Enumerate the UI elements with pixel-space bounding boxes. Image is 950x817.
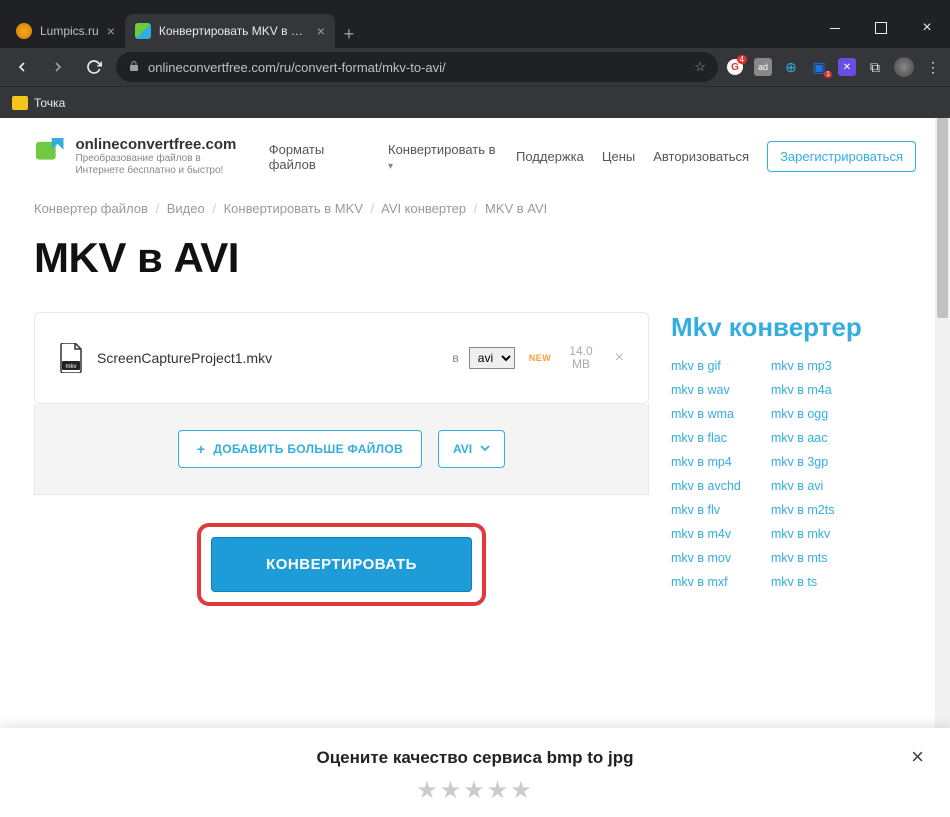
extension-icon[interactable]: ✕ xyxy=(838,58,856,76)
window-close-button[interactable]: × xyxy=(904,8,950,48)
close-icon[interactable]: × xyxy=(911,744,924,770)
format-link[interactable]: mkv в flv xyxy=(671,503,741,517)
reload-button[interactable] xyxy=(80,53,108,81)
format-link[interactable]: mkv в ogg xyxy=(771,407,835,421)
nav-support[interactable]: Поддержка xyxy=(516,149,584,164)
format-link[interactable]: mkv в mts xyxy=(771,551,835,565)
window-maximize-button[interactable] xyxy=(858,8,904,48)
extension-icon[interactable]: ad xyxy=(754,58,772,76)
page-title: MKV в AVI xyxy=(34,234,916,282)
format-link[interactable]: mkv в ts xyxy=(771,575,835,589)
reading-list-icon[interactable]: ⧉ xyxy=(866,58,884,76)
format-link[interactable]: mkv в aac xyxy=(771,431,835,445)
extension-icon[interactable]: ▣1 xyxy=(810,58,828,76)
plus-icon: + xyxy=(197,441,205,457)
tab-label: Конвертировать MKV в AVI онл xyxy=(159,24,309,38)
rating-title: Оцените качество сервиса bmp to jpg xyxy=(0,748,950,768)
nav-login[interactable]: Авторизоваться xyxy=(653,149,749,164)
crumb-item[interactable]: Конвертировать в MKV xyxy=(224,201,363,216)
file-card: mkv ScreenCaptureProject1.mkv в avi NEW … xyxy=(34,312,649,404)
nav-prices[interactable]: Цены xyxy=(602,149,635,164)
profile-avatar[interactable] xyxy=(894,57,914,77)
rating-stars[interactable]: ★★★★★ xyxy=(0,776,950,805)
format-link[interactable]: mkv в m4v xyxy=(671,527,741,541)
svg-text:mkv: mkv xyxy=(66,364,77,370)
bookmark-item[interactable]: Точка xyxy=(34,96,65,110)
format-link[interactable]: mkv в 3gp xyxy=(771,455,835,469)
extension-icon[interactable]: ⊕ xyxy=(782,58,800,76)
url-text: onlineconvertfree.com/ru/convert-format/… xyxy=(148,60,686,75)
chevron-down-icon xyxy=(480,442,490,456)
format-link[interactable]: mkv в mxf xyxy=(671,575,741,589)
close-icon[interactable]: × xyxy=(107,23,115,39)
tab-favicon xyxy=(16,23,32,39)
to-label: в xyxy=(452,351,458,365)
add-files-button[interactable]: + ДОБАВИТЬ БОЛЬШЕ ФАЙЛОВ xyxy=(178,430,422,468)
format-link[interactable]: mkv в gif xyxy=(671,359,741,373)
format-links-col2: mkv в mp3 mkv в m4a mkv в ogg mkv в aac … xyxy=(771,359,835,599)
sidebar: Mkv конвертер mkv в gif mkv в wav mkv в … xyxy=(671,312,916,606)
format-link[interactable]: mkv в mp3 xyxy=(771,359,835,373)
tab-favicon xyxy=(135,23,151,39)
nav-convert[interactable]: Конвертировать в xyxy=(388,142,498,172)
back-button[interactable] xyxy=(8,53,36,81)
crumb-item[interactable]: Видео xyxy=(167,201,205,216)
format-link[interactable]: mkv в mov xyxy=(671,551,741,565)
browser-toolbar: onlineconvertfree.com/ru/convert-format/… xyxy=(0,48,950,86)
file-size: 14.0 MB xyxy=(569,345,592,371)
highlight-annotation: КОНВЕРТИРОВАТЬ xyxy=(197,523,486,606)
new-badge: NEW xyxy=(529,353,552,363)
new-tab-button[interactable]: + xyxy=(335,20,363,48)
nav-formats[interactable]: Форматы файлов xyxy=(269,142,370,172)
bookmarks-bar: Точка xyxy=(0,86,950,118)
format-link[interactable]: mkv в mkv xyxy=(771,527,835,541)
site-logo[interactable]: onlineconvertfree.com Преобразование фай… xyxy=(34,136,243,177)
star-icon[interactable]: ☆ xyxy=(694,59,706,75)
site-header: onlineconvertfree.com Преобразование фай… xyxy=(34,136,916,177)
logo-icon xyxy=(34,136,65,164)
window-minimize-button[interactable] xyxy=(812,8,858,48)
brand-tagline: Преобразование файлов в Интернете беспла… xyxy=(75,153,242,177)
folder-icon xyxy=(12,96,28,110)
menu-icon[interactable]: ⋮ xyxy=(924,58,942,76)
format-link[interactable]: mkv в m4a xyxy=(771,383,835,397)
format-link[interactable]: mkv в wma xyxy=(671,407,741,421)
page-scrollbar[interactable] xyxy=(935,118,950,817)
tab-label: Lumpics.ru xyxy=(40,24,99,38)
breadcrumb: Конвертер файлов / Видео / Конвертироват… xyxy=(34,201,916,216)
browser-tab-1[interactable]: Конвертировать MKV в AVI онл × xyxy=(125,14,335,48)
format-link[interactable]: mkv в m2ts xyxy=(771,503,835,517)
browser-tab-0[interactable]: Lumpics.ru × xyxy=(6,14,125,48)
forward-button[interactable] xyxy=(44,53,72,81)
crumb-item[interactable]: AVI конвертер xyxy=(381,201,466,216)
format-select[interactable]: avi xyxy=(469,347,515,369)
format-link[interactable]: mkv в mp4 xyxy=(671,455,741,469)
format-link[interactable]: mkv в wav xyxy=(671,383,741,397)
output-format-button[interactable]: AVI xyxy=(438,430,505,468)
rating-bar: Оцените качество сервиса bmp to jpg ★★★★… xyxy=(0,728,950,817)
format-links-col1: mkv в gif mkv в wav mkv в wma mkv в flac… xyxy=(671,359,741,599)
register-button[interactable]: Зарегистрироваться xyxy=(767,141,916,172)
brand-name: onlineconvertfree.com xyxy=(75,136,242,153)
crumb-item[interactable]: MKV в AVI xyxy=(485,201,547,216)
sidebar-title: Mkv конвертер xyxy=(671,312,916,343)
lock-icon xyxy=(128,60,140,75)
crumb-item[interactable]: Конвертер файлов xyxy=(34,201,148,216)
format-link[interactable]: mkv в flac xyxy=(671,431,741,445)
file-icon: mkv xyxy=(59,343,83,373)
browser-tabstrip: Lumpics.ru × Конвертировать MKV в AVI он… xyxy=(0,8,950,48)
remove-file-button[interactable]: × xyxy=(615,349,624,367)
format-link[interactable]: mkv в avchd xyxy=(671,479,741,493)
convert-button[interactable]: КОНВЕРТИРОВАТЬ xyxy=(211,537,472,592)
extension-icon[interactable]: G4 xyxy=(726,58,744,76)
file-name: ScreenCaptureProject1.mkv xyxy=(97,350,442,366)
format-link[interactable]: mkv в avi xyxy=(771,479,835,493)
close-icon[interactable]: × xyxy=(317,23,325,39)
address-bar[interactable]: onlineconvertfree.com/ru/convert-format/… xyxy=(116,52,718,82)
